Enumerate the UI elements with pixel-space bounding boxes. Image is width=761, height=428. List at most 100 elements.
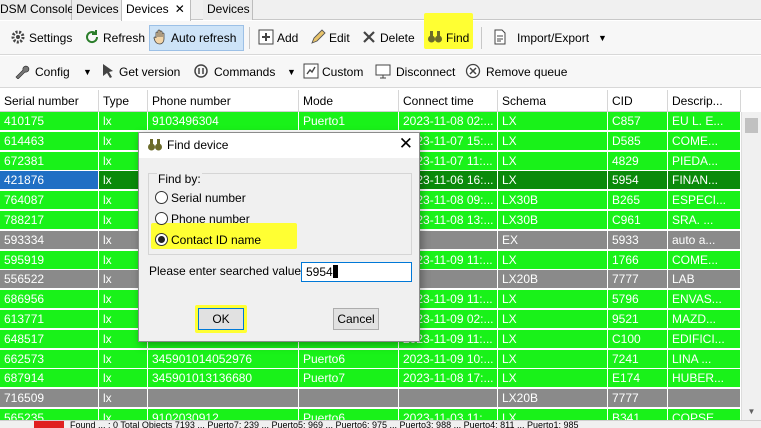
delete-button[interactable]: Delete <box>359 26 415 50</box>
pencil-icon <box>311 29 326 44</box>
table-cell: 9103496304 <box>148 112 299 131</box>
column-header[interactable]: Serial number <box>0 90 99 112</box>
table-cell: Puerto6 <box>299 349 399 369</box>
table-cell: 345901014052976 <box>148 349 299 369</box>
column-header[interactable]: Type <box>99 90 148 112</box>
scroll-down-icon[interactable]: ▼ <box>742 403 761 420</box>
add-label: Add <box>277 31 299 45</box>
column-header[interactable]: Phone number <box>148 90 299 112</box>
add-button[interactable]: Add <box>256 26 298 50</box>
tab-dsm-console[interactable]: DSM Console <box>0 0 74 20</box>
table-cell: 764087 <box>0 191 99 211</box>
close-icon[interactable]: ✕ <box>399 134 413 154</box>
table-cell: 345901013136680 <box>148 369 299 389</box>
cancel-button[interactable]: Cancel <box>333 308 379 330</box>
table-cell: 565235 <box>0 409 99 420</box>
table-cell: Puerto7 <box>299 369 399 389</box>
table-cell: EX <box>498 230 608 250</box>
table-cell <box>299 389 399 409</box>
table-cell: D585 <box>608 131 668 151</box>
column-header[interactable]: Schema <box>498 90 608 112</box>
ok-button[interactable]: OK <box>198 308 244 330</box>
disconnect-label: Disconnect <box>396 65 456 79</box>
add-icon <box>258 29 274 45</box>
table-cell: PIEDA... <box>668 151 741 171</box>
table-cell: ESPECI... <box>668 191 741 211</box>
table-cell: LX20B <box>498 389 608 409</box>
table-cell: ENVAS... <box>668 290 741 310</box>
table-header: Serial number Type Phone number Mode Connect… <box>0 90 741 112</box>
radio-button[interactable] <box>155 212 168 225</box>
table-cell: 7777 <box>608 270 668 290</box>
radio-label: Contact ID name <box>171 233 262 247</box>
config-dropdown-icon[interactable]: ▼ <box>83 60 92 84</box>
table-cell: C857 <box>608 112 668 131</box>
table-cell: EDIFICI... <box>668 329 741 349</box>
table-row[interactable]: 565235 lx 9102030912 Puerto6 2023-11-03 11:.… <box>0 409 741 420</box>
table-cell: lx <box>99 369 148 389</box>
table-cell: COME... <box>668 131 741 151</box>
tab-bar: DSM Console Devices Devices ✕ Devices <box>0 0 761 21</box>
remove-queue-button[interactable]: Remove queue <box>463 60 567 84</box>
table-cell: 593334 <box>0 230 99 250</box>
radio-phone-number[interactable]: Phone number <box>155 209 250 229</box>
commands-dropdown-icon[interactable]: ▼ <box>287 60 296 84</box>
table-cell: 5954 <box>608 171 668 191</box>
find-button[interactable]: Find <box>425 26 469 50</box>
table-cell: 662573 <box>0 349 99 369</box>
radio-contact-id-name[interactable]: Contact ID name <box>155 230 261 250</box>
table-cell: auto a... <box>668 230 741 250</box>
table-row[interactable]: 687914 lx 345901013136680 Puerto7 2023-11-08… <box>0 369 741 389</box>
table-cell: lx <box>99 389 148 409</box>
table-row[interactable]: 410175 lx 9103496304 Puerto1 2023-11-08 02:.… <box>0 112 741 131</box>
table-cell: 4829 <box>608 151 668 171</box>
radio-button-selected[interactable] <box>155 233 168 246</box>
auto-refresh-button[interactable]: Auto refresh <box>149 25 244 51</box>
table-cell: 421876 <box>0 171 99 191</box>
table-cell: 648517 <box>0 329 99 349</box>
column-header[interactable]: Descrip... <box>668 90 741 112</box>
table-cell: 410175 <box>0 112 99 131</box>
commands-button[interactable]: Commands <box>191 60 275 84</box>
radio-button[interactable] <box>155 191 168 204</box>
table-cell: 556522 <box>0 270 99 290</box>
disconnect-button[interactable]: Disconnect <box>373 60 455 84</box>
table-cell: 7241 <box>608 349 668 369</box>
settings-button[interactable]: Settings <box>8 26 72 50</box>
edit-button[interactable]: Edit <box>308 26 350 50</box>
toolbar-separator <box>481 27 482 49</box>
table-row[interactable]: 662573 lx 345901014052976 Puerto6 2023-11-09… <box>0 349 741 369</box>
table-cell: 613771 <box>0 310 99 329</box>
table-cell: LX20B <box>498 270 608 290</box>
table-cell: B341 <box>608 409 668 420</box>
table-cell: LX30B <box>498 191 608 211</box>
get-version-button[interactable]: Get version <box>98 60 180 84</box>
search-value-input[interactable]: 5954 <box>301 262 412 282</box>
table-cell: 2023-11-03 11:... <box>399 409 498 420</box>
refresh-button[interactable]: Refresh <box>82 26 145 50</box>
column-header[interactable]: Mode <box>299 90 399 112</box>
custom-button[interactable]: Custom <box>301 60 363 84</box>
table-cell: 672381 <box>0 151 99 171</box>
column-header[interactable]: Connect time <box>399 90 498 112</box>
disconnect-icon <box>375 64 391 79</box>
table-cell <box>399 389 498 409</box>
tab-devices-3[interactable]: Devices <box>203 0 253 20</box>
import-export-button[interactable]: Import/Export <box>490 26 589 50</box>
custom-label: Custom <box>322 65 364 79</box>
main-toolbar: Settings Refresh Auto refresh Add Edit D… <box>0 13 761 55</box>
table-cell: 2023-11-08 17:... <box>399 369 498 389</box>
import-export-dropdown-icon[interactable]: ▼ <box>598 26 607 50</box>
vertical-scrollbar[interactable]: ▲ ▼ <box>741 112 761 420</box>
tab-devices-1[interactable]: Devices <box>72 0 122 20</box>
scroll-thumb[interactable] <box>745 118 758 133</box>
close-tab-icon[interactable]: ✕ <box>175 2 185 16</box>
config-button[interactable]: Config <box>12 60 70 84</box>
table-cell: 716509 <box>0 389 99 409</box>
column-header[interactable]: CID <box>608 90 668 112</box>
table-cell: C961 <box>608 211 668 230</box>
table-row[interactable]: 716509 lx LX20B 7777 <box>0 389 741 409</box>
radio-serial-number[interactable]: Serial number <box>155 188 246 208</box>
tab-devices-active[interactable]: Devices ✕ <box>121 0 191 21</box>
table-cell: 686956 <box>0 290 99 310</box>
